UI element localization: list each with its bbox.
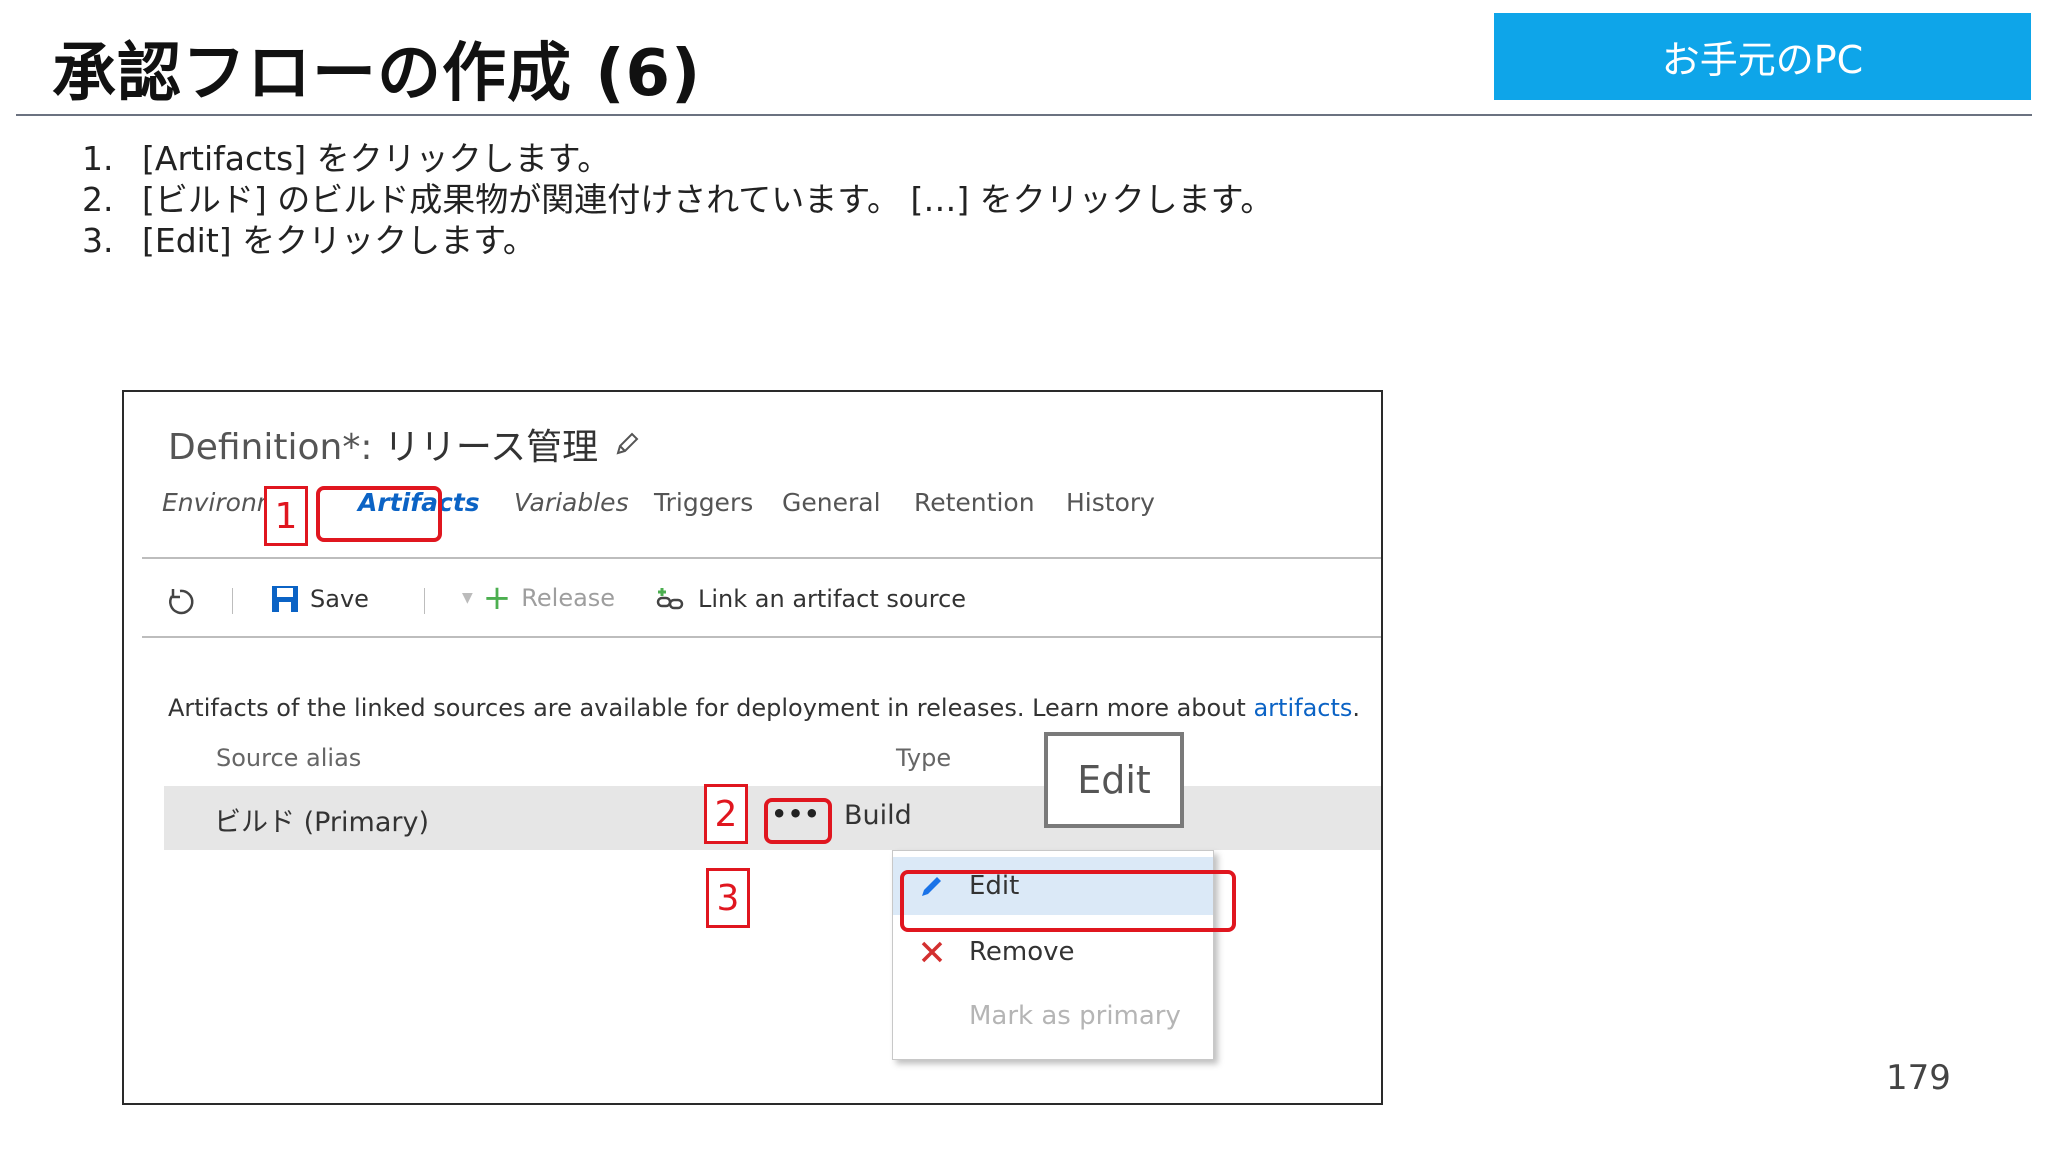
tab-general[interactable]: General — [782, 488, 881, 517]
save-button[interactable]: Save — [270, 584, 369, 614]
link-icon — [656, 588, 684, 610]
column-header-source-alias[interactable]: Source alias — [216, 744, 361, 772]
column-header-type[interactable]: Type — [896, 744, 951, 772]
tab-triggers[interactable]: Triggers — [654, 488, 753, 517]
step-1: 1. [Artifacts] をクリックします。 — [82, 139, 611, 178]
location-badge: お手元のPC — [1494, 13, 2031, 100]
definition-title: Definition*: リリース管理 — [168, 418, 642, 470]
type-cell: Build — [844, 800, 912, 831]
callout-edit-highlight — [900, 870, 1236, 932]
callout-artifacts-highlight — [316, 486, 442, 542]
callout-number-1: 1 — [264, 486, 308, 546]
title-divider — [16, 114, 2032, 116]
close-icon — [917, 937, 947, 967]
toolbar-divider — [142, 636, 1381, 638]
menu-item-mark-as-primary[interactable]: Mark as primary — [893, 987, 1213, 1045]
definition-label: Definition*: — [168, 427, 373, 468]
step-2: 2. [ビルド] のビルド成果物が関連付けされています。 […] をクリックします… — [82, 180, 1274, 219]
edit-tooltip: Edit — [1044, 732, 1184, 828]
toolbar-separator — [424, 588, 425, 614]
save-icon — [272, 586, 298, 612]
pencil-icon[interactable] — [612, 429, 642, 459]
tab-divider — [142, 557, 1381, 559]
link-artifact-source-button[interactable]: Link an artifact source — [654, 584, 966, 614]
callout-number-2: 2 — [704, 784, 748, 844]
refresh-icon[interactable] — [164, 586, 196, 618]
chevron-down-icon: ▼ — [462, 590, 473, 606]
slide-title: 承認フローの作成 (6) — [52, 37, 702, 111]
release-definition-screenshot: Definition*: リリース管理 Environm Artifacts V… — [122, 390, 1383, 1105]
toolbar: Save ▼ + Release Link an artifact source — [142, 570, 1381, 632]
release-button[interactable]: ▼ + Release — [462, 578, 615, 618]
toolbar-separator — [232, 588, 233, 614]
callout-number-3: 3 — [706, 868, 750, 928]
source-alias-cell: ビルド (Primary) — [214, 807, 429, 838]
tab-variables[interactable]: Variables — [514, 488, 629, 517]
info-text: Artifacts of the linked sources are avai… — [168, 694, 1361, 722]
definition-name: リリース管理 — [383, 427, 599, 468]
artifacts-link[interactable]: artifacts — [1253, 694, 1352, 722]
step-3: 3. [Edit] をクリックします。 — [82, 221, 536, 260]
instruction-list: 1. [Artifacts] をクリックします。 2. [ビルド] のビルド成果物が… — [82, 138, 1273, 261]
callout-more-highlight — [764, 798, 832, 844]
page-number: 179 — [1886, 1058, 1951, 1098]
plus-icon: + — [482, 578, 512, 618]
tab-history[interactable]: History — [1066, 488, 1155, 517]
tab-retention[interactable]: Retention — [914, 488, 1035, 517]
